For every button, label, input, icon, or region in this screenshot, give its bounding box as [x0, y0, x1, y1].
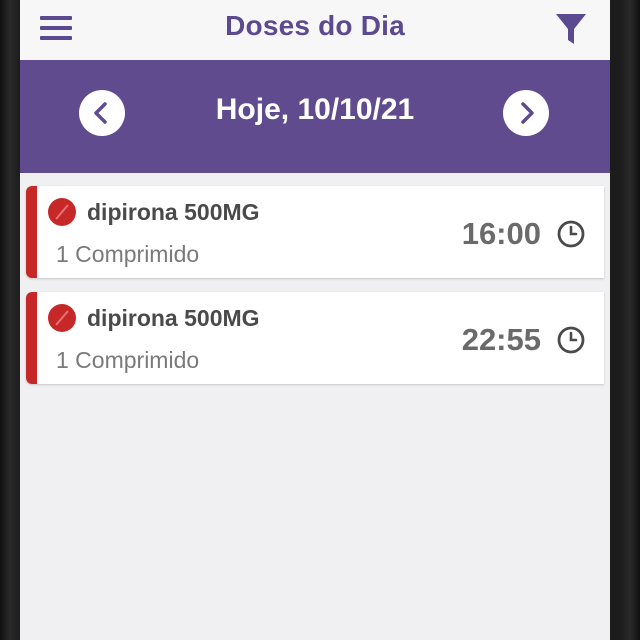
device-frame: Doses do Dia Hoje, 10/10/21 dipirona 500…: [0, 0, 640, 640]
filter-button[interactable]: [553, 10, 589, 48]
date-navigation-bar: Hoje, 10/10/21: [20, 60, 610, 173]
medication-name: dipirona 500MG: [87, 199, 260, 225]
dose-card[interactable]: dipirona 500MG 1 Comprimido 16:00: [26, 186, 604, 278]
app-bar: Doses do Dia: [20, 0, 610, 60]
clock-icon: [557, 326, 585, 354]
dose-status-stripe: [26, 292, 37, 384]
clock-icon: [557, 220, 585, 248]
chevron-right-icon: [521, 102, 534, 124]
page-title: Doses do Dia: [225, 10, 405, 41]
dose-status-stripe: [26, 186, 37, 278]
pill-icon: [48, 304, 76, 332]
dose-time: 22:55: [461, 322, 541, 357]
medication-quantity: 1 Comprimido: [56, 347, 200, 373]
app-screen: Doses do Dia Hoje, 10/10/21 dipirona 500…: [20, 0, 610, 640]
next-day-button[interactable]: [503, 90, 549, 136]
dose-time: 16:00: [461, 216, 541, 251]
pill-icon: [48, 198, 76, 226]
medication-quantity: 1 Comprimido: [56, 241, 200, 267]
medication-name: dipirona 500MG: [87, 305, 260, 331]
funnel-filter-icon: [556, 14, 586, 44]
dose-card[interactable]: dipirona 500MG 1 Comprimido 22:55: [26, 292, 604, 384]
